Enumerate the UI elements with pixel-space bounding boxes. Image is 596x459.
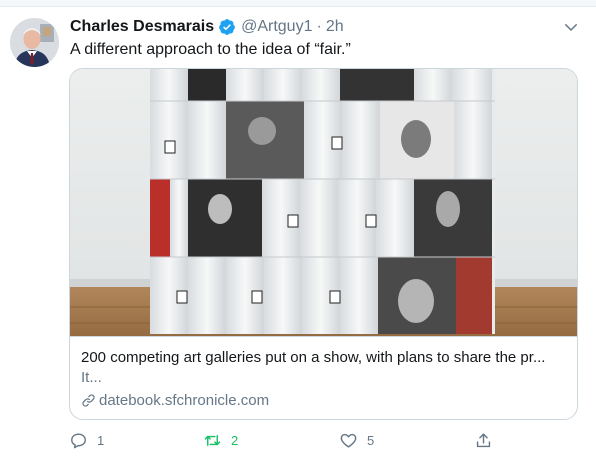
like-button[interactable]: 5: [339, 430, 374, 450]
link-icon: [82, 393, 95, 407]
card-title[interactable]: 200 competing art galleries put on a sho…: [81, 348, 571, 368]
reply-count: 1: [97, 432, 105, 448]
link-card[interactable]: 200 competing art galleries put on a sho…: [69, 68, 578, 420]
tweet-timestamp[interactable]: 2h: [326, 18, 344, 36]
tweet-actions: 1 2 5: [69, 430, 509, 450]
card-link[interactable]: datebook.sfchronicle.com: [81, 390, 269, 410]
header-separator: ·: [316, 18, 322, 35]
reply-icon: [71, 432, 86, 448]
card-image[interactable]: [70, 69, 577, 336]
heart-icon: [340, 433, 357, 448]
retweet-button[interactable]: 2: [203, 430, 238, 450]
card-description: It...: [81, 369, 102, 386]
display-name[interactable]: Charles Desmarais: [70, 18, 214, 36]
tweet[interactable]: Charles Desmarais @Artguy1 · 2h A differ…: [0, 0, 596, 459]
share-icon: [476, 432, 491, 447]
verified-badge-icon: [219, 19, 235, 35]
timeline-divider: [0, 0, 596, 7]
tweet-header: Charles Desmarais @Artguy1 · 2h: [70, 16, 344, 38]
avatar[interactable]: [10, 18, 59, 67]
card-body[interactable]: 200 competing art galleries put on a sho…: [70, 336, 577, 419]
reply-button[interactable]: 1: [69, 430, 104, 450]
share-button[interactable]: [474, 430, 502, 450]
user-handle[interactable]: @Artguy1: [241, 18, 312, 36]
chevron-down-icon[interactable]: [562, 18, 580, 36]
like-count: 5: [367, 432, 375, 448]
retweet-count: 2: [231, 432, 239, 448]
tweet-text: A different approach to the idea of “fai…: [70, 41, 351, 58]
retweet-icon: [204, 434, 221, 446]
card-link-domain[interactable]: datebook.sfchronicle.com: [99, 392, 269, 409]
